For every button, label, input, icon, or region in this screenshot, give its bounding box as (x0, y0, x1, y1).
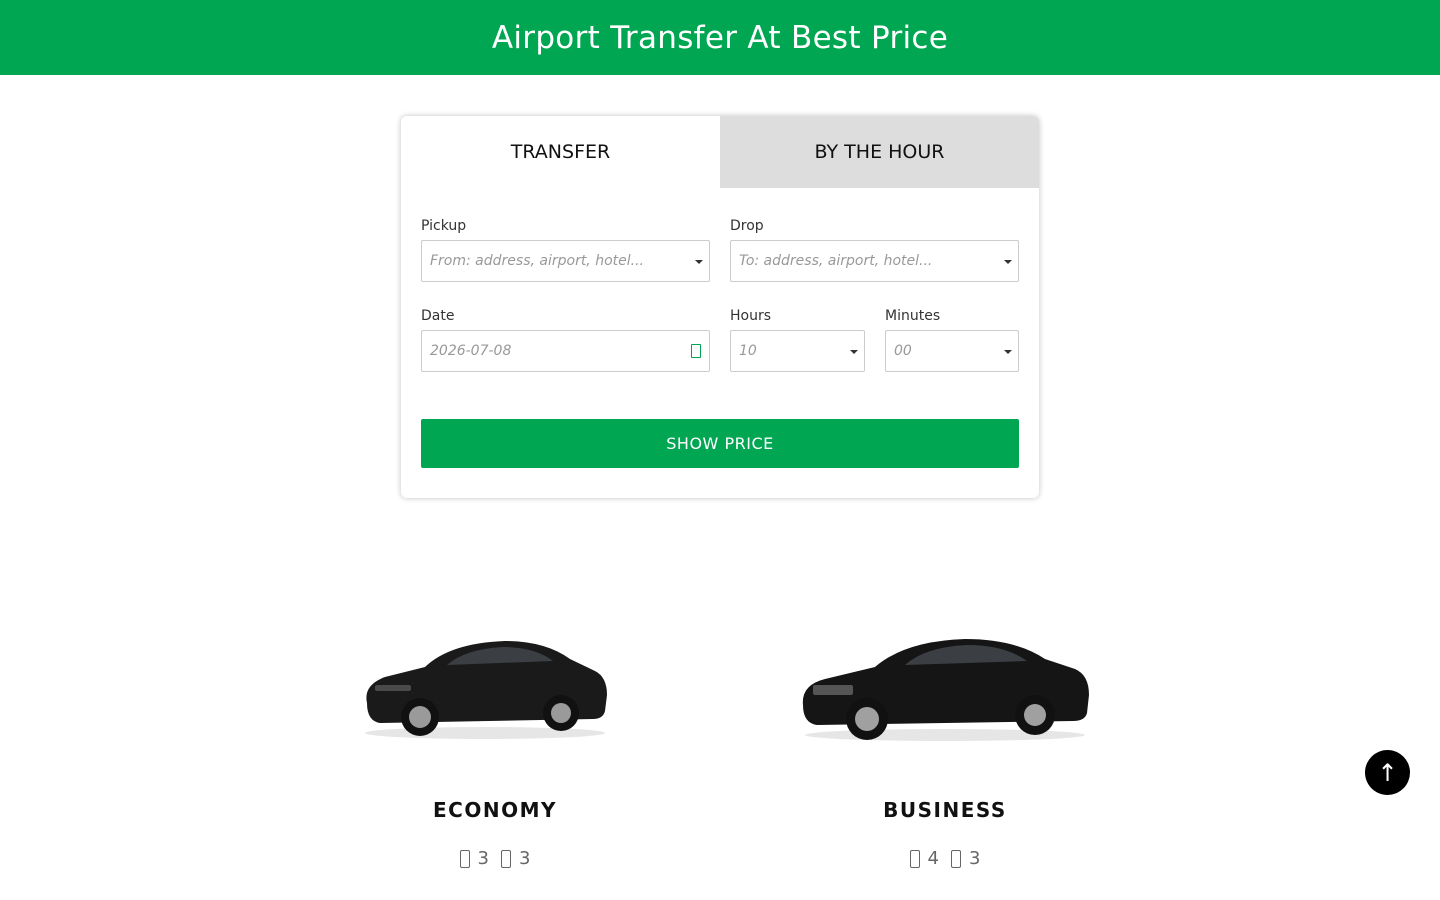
page-title: Airport Transfer At Best Price (491, 19, 949, 56)
minutes-input[interactable] (894, 343, 1018, 359)
hours-label: Hours (730, 308, 772, 324)
luggage-icon (951, 849, 961, 868)
tab-by-the-hour[interactable]: BY THE HOUR (720, 116, 1039, 188)
tab-transfer[interactable]: TRANSFER (401, 116, 720, 188)
passenger-capacity: 3 (459, 848, 489, 869)
chevron-down-icon (695, 260, 703, 264)
chevron-down-icon (1004, 260, 1012, 264)
booking-tabs: TRANSFER BY THE HOUR (401, 116, 1039, 188)
luggage-count: 3 (969, 848, 981, 869)
pickup-select[interactable] (421, 240, 710, 282)
passenger-count: 3 (477, 848, 489, 869)
date-label: Date (421, 308, 455, 324)
car-image-business (802, 639, 1089, 741)
page-header: Airport Transfer At Best Price (0, 0, 1440, 75)
minutes-label: Minutes (885, 308, 941, 324)
date-picker[interactable] (421, 330, 710, 372)
passenger-icon (909, 849, 920, 868)
calendar-icon[interactable] (691, 344, 701, 358)
passenger-count: 4 (927, 848, 939, 869)
vehicle-card-economy[interactable]: ECONOMY 3 3 (315, 600, 675, 890)
vehicle-specs: 4 3 (765, 848, 1125, 869)
arrow-up-icon: ↑ (1377, 758, 1398, 787)
pickup-label: Pickup (421, 218, 467, 234)
drop-label: Drop (730, 218, 764, 234)
drop-input[interactable] (739, 253, 1018, 269)
booking-form: TRANSFER BY THE HOUR Pickup Drop Date Ho… (401, 116, 1039, 498)
vehicle-name: BUSINESS (883, 798, 1007, 822)
minutes-select[interactable] (885, 330, 1019, 372)
vehicle-name: ECONOMY (433, 798, 557, 822)
luggage-capacity: 3 (501, 848, 530, 869)
drop-select[interactable] (730, 240, 1019, 282)
vehicle-card-business[interactable]: BUSINESS 4 3 (765, 600, 1125, 890)
hours-select[interactable] (730, 330, 865, 372)
hours-input[interactable] (739, 343, 864, 359)
passenger-icon (459, 849, 470, 868)
luggage-capacity: 3 (951, 848, 980, 869)
luggage-count: 3 (519, 848, 531, 869)
passenger-capacity: 4 (909, 848, 939, 869)
date-input[interactable] (430, 343, 709, 359)
scroll-to-top-button[interactable]: ↑ (1365, 750, 1410, 795)
pickup-input[interactable] (430, 253, 709, 269)
luggage-icon (501, 849, 511, 868)
car-image-economy (365, 641, 607, 739)
show-price-button[interactable]: SHOW PRICE (421, 419, 1019, 468)
vehicle-specs: 3 3 (315, 848, 675, 869)
chevron-down-icon (850, 350, 858, 354)
chevron-down-icon (1004, 350, 1012, 354)
